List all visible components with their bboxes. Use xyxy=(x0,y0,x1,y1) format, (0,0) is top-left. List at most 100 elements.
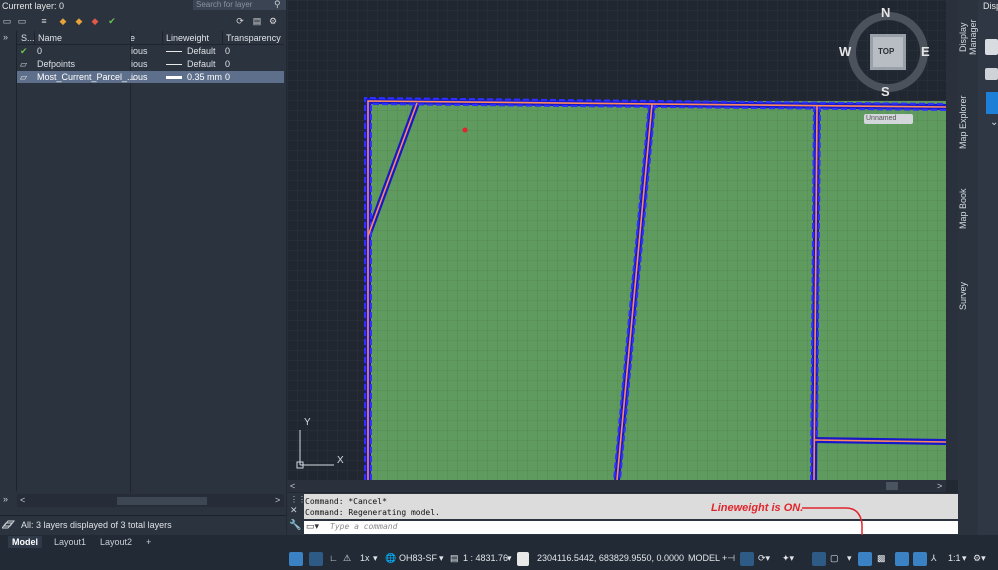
column-status[interactable]: S... xyxy=(21,33,35,43)
command-history-line: Command: Regenerating model. xyxy=(305,508,440,517)
layers-stack-icon xyxy=(2,520,16,529)
lineweight-swatch xyxy=(166,64,182,65)
drawing-canvas[interactable]: N S E W TOP Unnamed Y X xyxy=(287,0,946,480)
new-layer-vp-frozen-icon[interactable]: ◆ xyxy=(73,16,85,26)
annotation-scale[interactable]: 1x xyxy=(360,553,370,563)
database-icon[interactable] xyxy=(985,39,998,55)
tab-model[interactable]: Model xyxy=(8,536,42,548)
selection-cycling-icon[interactable]: ▢ xyxy=(830,553,839,564)
lineweight-swatch xyxy=(166,51,182,52)
layer-icon[interactable] xyxy=(985,68,998,80)
chevron-down-icon[interactable]: ▾ xyxy=(507,553,512,564)
tab-layout1[interactable]: Layout1 xyxy=(50,536,90,548)
viewcube-top-face[interactable]: TOP xyxy=(878,47,894,56)
tab-map-explorer[interactable]: Map Explorer xyxy=(958,92,978,152)
layer-lineweight[interactable]: Default xyxy=(187,58,216,70)
refresh-icon[interactable]: ⟳ xyxy=(234,16,246,26)
chevron-down-icon[interactable]: ▾ xyxy=(439,553,444,564)
close-icon[interactable]: ✕ xyxy=(290,505,298,516)
lineweight-swatch xyxy=(166,76,182,79)
scroll-thumb[interactable] xyxy=(886,482,898,490)
scroll-left-icon[interactable]: < xyxy=(20,495,25,505)
point-marker xyxy=(462,127,468,133)
annotation-scale-icon[interactable]: ⅄ xyxy=(931,553,937,564)
zoom-ratio[interactable]: 1:1 xyxy=(948,553,961,563)
scroll-right-icon[interactable]: > xyxy=(937,481,942,491)
compass-west[interactable]: W xyxy=(839,44,851,59)
gear-icon[interactable]: ⚙ xyxy=(267,16,279,26)
customize-icon[interactable]: 🔧 xyxy=(289,520,301,531)
add-layout-button[interactable]: + xyxy=(142,536,155,548)
transparency-icon[interactable]: ▩ xyxy=(877,553,886,564)
group-filter-icon[interactable]: ▭ xyxy=(16,16,28,26)
auto-scale-icon[interactable] xyxy=(913,552,927,566)
layer-name[interactable]: 0 xyxy=(37,45,42,57)
tab-layout2[interactable]: Layout2 xyxy=(96,536,136,548)
annotation-visibility-icon[interactable] xyxy=(895,552,909,566)
compass-south[interactable]: S xyxy=(881,84,890,99)
gear-icon[interactable]: ⚙▾ xyxy=(973,553,986,564)
layer-lineweight[interactable]: 0.35 mm xyxy=(187,71,222,83)
tab-map-book[interactable]: Map Book xyxy=(958,185,978,233)
layer-transparency[interactable]: 0 xyxy=(225,45,230,57)
new-layer-icon[interactable]: ◆ xyxy=(57,16,69,26)
layer-linetype[interactable]: ious xyxy=(131,58,148,70)
new-filter-icon[interactable]: ▭ xyxy=(1,16,13,26)
current-layer-label: Current layer: 0 xyxy=(2,1,65,11)
layer-states-icon[interactable]: ≡ xyxy=(38,16,50,26)
selected-item[interactable] xyxy=(986,92,998,114)
expand-icon[interactable]: » xyxy=(3,32,8,42)
layer-transparency[interactable]: 0 xyxy=(225,58,230,70)
search-icon[interactable]: ⚲ xyxy=(274,0,281,10)
layer-search-input[interactable]: Search for layer xyxy=(193,0,286,10)
grid-icon[interactable] xyxy=(309,552,323,566)
scroll-left-icon[interactable]: < xyxy=(290,481,295,491)
polar-icon[interactable]: ⚠ xyxy=(343,553,351,564)
delete-layer-icon[interactable]: ◆ xyxy=(89,16,101,26)
tab-display-manager[interactable]: Display Manager xyxy=(958,5,978,70)
named-view-dropdown[interactable]: Unnamed xyxy=(864,114,913,124)
model-space-toggle[interactable]: MODEL xyxy=(688,553,720,563)
column-lineweight[interactable]: Lineweight xyxy=(166,33,209,43)
scroll-thumb[interactable] xyxy=(117,497,207,505)
compass-north[interactable]: N xyxy=(881,5,890,20)
dynamic-input-icon[interactable] xyxy=(740,552,754,566)
osnap-tracking-icon[interactable] xyxy=(812,552,826,566)
ortho-icon[interactable]: ∟ xyxy=(329,553,338,563)
osnap-icon[interactable]: ✦▾ xyxy=(782,553,794,564)
scroll-right-icon[interactable]: > xyxy=(275,495,280,505)
coordinate-system[interactable]: OH83-SF xyxy=(399,553,437,563)
command-prompt-icon[interactable]: ▭▾ xyxy=(306,521,319,532)
task-pane-title: Disp xyxy=(983,1,998,11)
viewport-scale[interactable]: 1 : 4831.76 xyxy=(463,553,508,563)
expand-icon-bottom[interactable]: » xyxy=(3,494,8,504)
column-name[interactable]: Name xyxy=(38,33,62,43)
lineweight-toggle-icon[interactable] xyxy=(858,552,872,566)
chevron-down-icon[interactable]: ▾ xyxy=(847,553,852,564)
layer-name[interactable]: Most_Current_Parcel_... xyxy=(37,71,135,83)
layer-row[interactable] xyxy=(17,45,284,57)
layer-icon: ▱ xyxy=(20,72,27,82)
layer-linetype[interactable]: ious xyxy=(131,45,148,57)
layer-lineweight[interactable]: Default xyxy=(187,45,216,57)
model-space-icon[interactable] xyxy=(289,552,303,566)
layer-name[interactable]: Defpoints xyxy=(37,58,75,70)
chevron-down-icon[interactable]: ▾ xyxy=(373,553,378,564)
isodraft-icon[interactable]: ⟳▾ xyxy=(758,553,770,564)
layers-count-text: All: 3 layers displayed of 3 total layer… xyxy=(21,520,172,530)
chevron-down-icon[interactable]: ⌄ xyxy=(990,117,998,128)
viewport-scale-icon[interactable]: ▤ xyxy=(450,553,459,564)
compass-east[interactable]: E xyxy=(921,44,930,59)
chevron-down-icon[interactable]: ▾ xyxy=(962,553,967,564)
tab-survey[interactable]: Survey xyxy=(958,278,978,314)
column-transparency[interactable]: Transparency xyxy=(226,33,281,43)
layer-settings-icon[interactable]: ▤ xyxy=(251,16,263,26)
set-current-icon[interactable]: ✔ xyxy=(106,16,118,26)
globe-icon[interactable]: 🌐 xyxy=(385,553,396,564)
drawing-hscrollbar[interactable] xyxy=(287,480,946,492)
lock-icon[interactable] xyxy=(517,552,529,566)
drawing-vscrollbar[interactable] xyxy=(946,0,958,480)
snap-icon[interactable]: +⊣ xyxy=(722,553,735,564)
layer-linetype[interactable]: ious xyxy=(131,71,148,83)
layer-transparency[interactable]: 0 xyxy=(225,71,230,83)
